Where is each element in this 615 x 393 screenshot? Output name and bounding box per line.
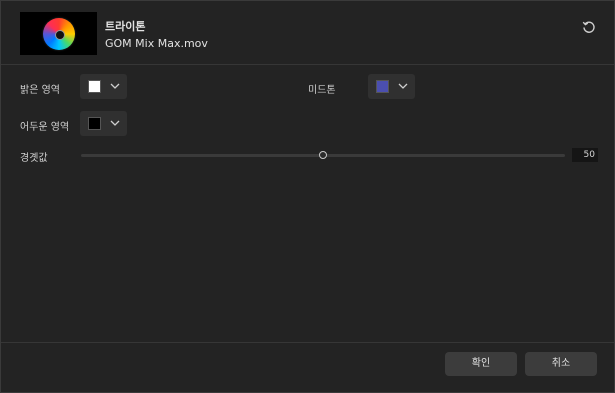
midtone-color-dropdown[interactable] <box>368 74 415 99</box>
cancel-button[interactable]: 취소 <box>525 352 597 376</box>
highlight-swatch <box>88 80 101 93</box>
midtone-swatch <box>376 80 389 93</box>
chevron-down-icon <box>398 83 408 89</box>
shadow-swatch <box>88 117 101 130</box>
reset-button[interactable] <box>579 17 599 37</box>
video-thumbnail <box>20 12 97 55</box>
highlight-label: 밝은 영역 <box>20 85 60 96</box>
threshold-slider[interactable] <box>81 151 565 159</box>
triton-dialog: 트라이톤 GOM Mix Max.mov 밝은 영역 미드톤 어두운 영역 경곗… <box>0 0 615 393</box>
shadow-label: 어두운 영역 <box>20 122 70 133</box>
effect-title: 트라이톤 <box>105 20 146 33</box>
file-name: GOM Mix Max.mov <box>105 37 208 50</box>
dialog-footer: 확인 취소 <box>1 342 614 393</box>
reset-icon <box>582 21 595 33</box>
media-disc-icon <box>42 17 75 50</box>
threshold-value[interactable]: 50 <box>572 148 598 162</box>
dialog-header: 트라이톤 GOM Mix Max.mov <box>1 1 614 65</box>
midtone-label: 미드톤 <box>308 85 336 96</box>
highlight-color-dropdown[interactable] <box>80 74 127 99</box>
chevron-down-icon <box>110 120 120 126</box>
ok-button[interactable]: 확인 <box>445 352 517 376</box>
threshold-label: 경곗값 <box>20 153 48 164</box>
shadow-color-dropdown[interactable] <box>80 111 127 136</box>
threshold-slider-thumb[interactable] <box>319 151 327 159</box>
chevron-down-icon <box>110 83 120 89</box>
